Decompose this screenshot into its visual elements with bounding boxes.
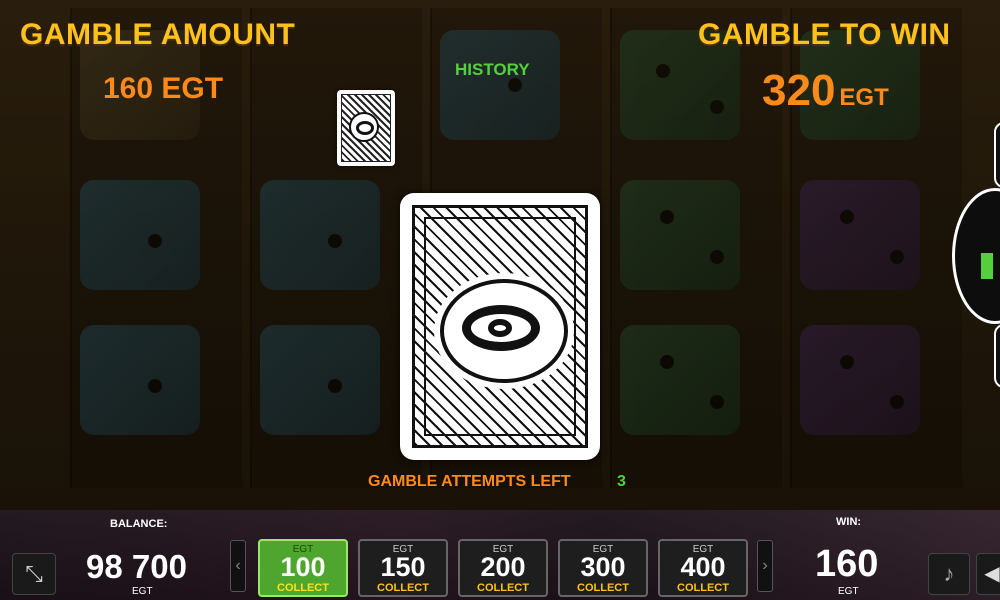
swirl-logo-icon (349, 112, 379, 142)
chip-action: COLLECT (577, 582, 629, 594)
chevron-right-icon[interactable]: › (757, 540, 773, 592)
chevron-left-icon[interactable]: ‹ (230, 540, 246, 592)
side-button-bottom[interactable] (994, 324, 1000, 388)
attempts-label: GAMBLE ATTEMPTS LEFT (368, 473, 571, 490)
gamble-to-win-value: 320 EGT (762, 66, 889, 116)
collect-button-300[interactable]: EGT 300 COLLECT (558, 539, 648, 597)
collect-button-100[interactable]: EGT 100 COLLECT (258, 539, 348, 597)
gamble-to-win-label: GAMBLE TO WIN (698, 18, 951, 51)
music-icon[interactable]: ♪ (928, 553, 970, 595)
history-label: HISTORY (455, 60, 530, 79)
gamble-amount-value: 160 EGT (103, 72, 223, 106)
arrow-icon (981, 253, 993, 279)
chip-value: 100 (280, 552, 326, 582)
chip-action: COLLECT (677, 582, 729, 594)
collect-button-400[interactable]: EGT 400 COLLECT (658, 539, 748, 597)
gamble-to-win-unit: EGT (839, 84, 889, 111)
balance-value: 98 700 (86, 548, 187, 585)
gamble-amount-number: 160 (103, 72, 154, 105)
shrink-icon[interactable]: ⤡ (12, 553, 56, 595)
chip-value: 300 (580, 552, 626, 582)
sound-icon[interactable]: ◀ (976, 553, 1000, 595)
win-label: WIN: (836, 516, 862, 528)
win-unit: EGT (838, 586, 859, 597)
balance-unit: EGT (132, 586, 153, 597)
game-stage: GAMBLE AMOUNT 160 EGT GAMBLE TO WIN 320 E… (0, 0, 1000, 510)
chip-action: COLLECT (477, 582, 529, 594)
gamble-card[interactable] (400, 193, 600, 460)
gamble-amount-label: GAMBLE AMOUNT (20, 18, 296, 51)
chip-value: 400 (680, 552, 726, 582)
attempts-count: 3 (617, 473, 626, 490)
swirl-logo-icon (440, 279, 568, 383)
chip-action: COLLECT (277, 582, 329, 594)
collect-button-150[interactable]: EGT 150 COLLECT (358, 539, 448, 597)
side-button-top[interactable] (994, 122, 1000, 188)
win-value: 160 (815, 543, 879, 585)
history-card (337, 90, 395, 166)
chip-value: 150 (380, 552, 426, 582)
gamble-amount-unit: EGT (161, 72, 224, 105)
chip-action: COLLECT (377, 582, 429, 594)
chip-value: 200 (480, 552, 526, 582)
gamble-to-win-number: 320 (762, 66, 836, 115)
collect-button-200[interactable]: EGT 200 COLLECT (458, 539, 548, 597)
balance-label: BALANCE: (110, 518, 168, 530)
